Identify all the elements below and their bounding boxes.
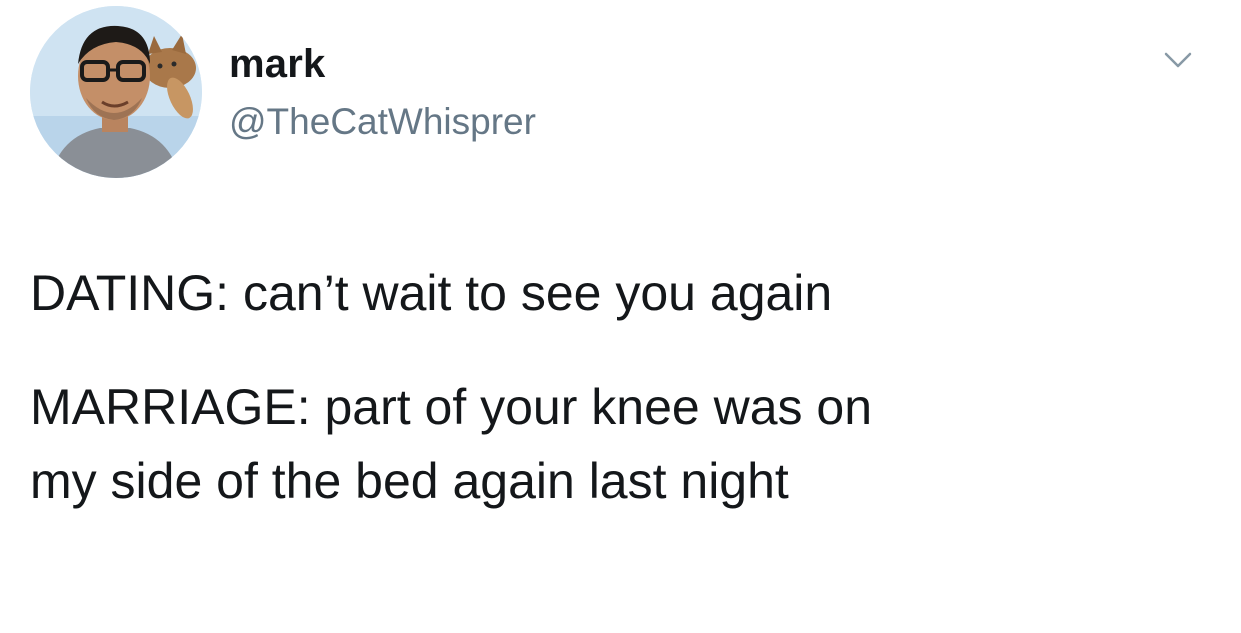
- avatar[interactable]: [30, 6, 202, 178]
- user-handle[interactable]: @TheCatWhisprer: [229, 100, 536, 144]
- user-meta: mark @TheCatWhisprer: [229, 40, 536, 144]
- chevron-down-icon[interactable]: [1160, 48, 1196, 72]
- avatar-image: [30, 6, 202, 178]
- tweet-text-line: DATING: can’t wait to see you again: [30, 265, 833, 321]
- tweet-card: mark @TheCatWhisprer DATING: can’t wait …: [0, 0, 1241, 633]
- tweet-text-line: MARRIAGE: part of your knee was on: [30, 379, 873, 435]
- tweet-text: DATING: can’t wait to see you again MARR…: [30, 262, 1220, 512]
- chevron-down-icon-glyph: [1164, 52, 1192, 68]
- display-name[interactable]: mark: [229, 40, 536, 88]
- tweet-text-line: my side of the bed again last night: [30, 453, 789, 509]
